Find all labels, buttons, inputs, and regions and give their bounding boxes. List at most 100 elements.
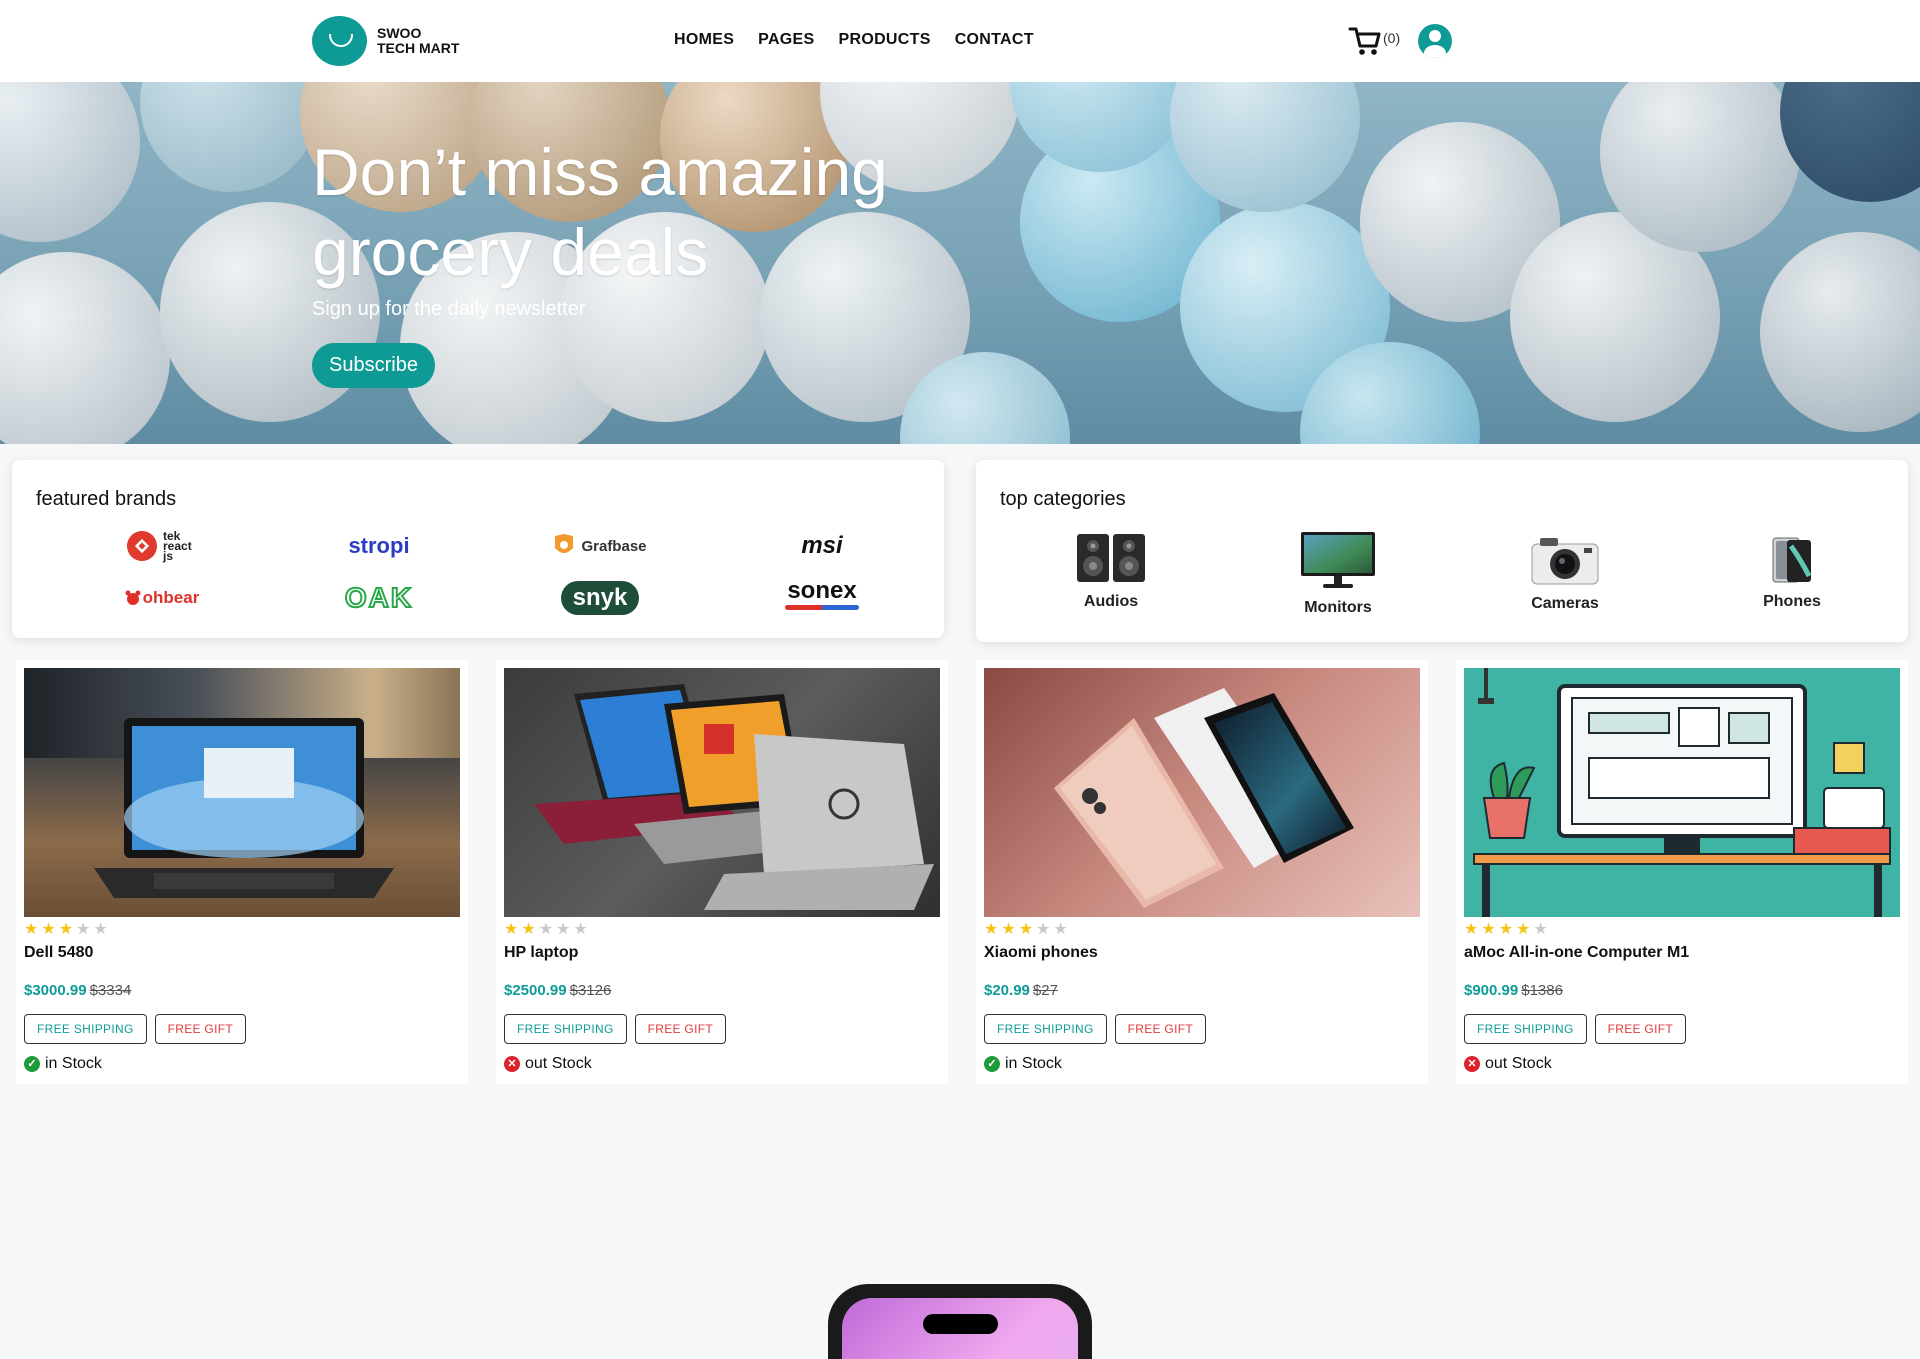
free-shipping-badge: FREE SHIPPING — [984, 1014, 1107, 1044]
product-name[interactable]: aMoc All-in-one Computer M1 — [1464, 944, 1689, 962]
rating-stars: ★ ★ ★ ★ ★ — [984, 922, 1068, 938]
brand-tek-react[interactable]: tek react js — [82, 526, 242, 566]
product-card[interactable]: ★ ★ ★ ★ ★ Xiaomi phones $20.99 $27 FREE SHIPP… — [976, 660, 1428, 1084]
laptops-photo[interactable] — [504, 668, 940, 917]
star-icon: ★ — [1498, 921, 1514, 938]
brand-sonex[interactable]: sonex — [742, 574, 902, 614]
current-price: $3000.99 — [24, 982, 87, 999]
phone-icon — [1772, 537, 1812, 583]
logo-icon — [312, 16, 367, 66]
category-monitors[interactable]: Monitors — [1268, 530, 1408, 617]
brand-label: snyk — [560, 581, 640, 615]
category-audios[interactable]: Audios — [1041, 532, 1181, 611]
nav-contact[interactable]: CONTACT — [955, 31, 1034, 49]
star-icon: ★ — [1516, 921, 1531, 938]
featured-brands-heading: featured brands — [36, 488, 177, 510]
star-icon: ★ — [1018, 921, 1034, 938]
rating-stars: ★ ★ ★ ★ ★ — [24, 922, 108, 938]
free-gift-badge: FREE GIFT — [154, 1014, 246, 1044]
product-name[interactable]: HP laptop — [504, 944, 578, 962]
x-icon: ✕ — [504, 1056, 520, 1072]
star-icon: ★ — [521, 921, 536, 938]
product-card[interactable]: ★ ★ ★ ★ ★ aMoc All-in-one Computer M1 $900.9… — [1456, 660, 1908, 1084]
laptop-illustration — [94, 718, 394, 898]
phones-photo[interactable] — [984, 668, 1420, 917]
category-cameras[interactable]: Cameras — [1495, 534, 1635, 613]
star-icon: ★ — [93, 921, 108, 938]
stock-status: ✕ out Stock — [504, 1055, 592, 1073]
star-icon: ★ — [1533, 921, 1548, 938]
category-label: Monitors — [1304, 599, 1372, 616]
brand-label: ohbear — [142, 588, 200, 607]
star-icon: ★ — [556, 921, 571, 938]
cart-count: (0) — [1383, 30, 1401, 46]
star-icon: ★ — [1481, 921, 1496, 938]
main-nav: HOMES PAGES PRODUCTS CONTACT — [674, 31, 1034, 49]
old-price: $1386 — [1521, 982, 1563, 999]
site-header: SWOO TECH MART HOMES PAGES PRODUCTS CONT… — [0, 0, 1920, 82]
stock-status: ✓ in Stock — [24, 1055, 102, 1073]
product-name[interactable]: Dell 5480 — [24, 944, 93, 962]
brand-label: sonex — [787, 576, 857, 604]
stock-label: in Stock — [45, 1055, 102, 1072]
stock-label: out Stock — [1485, 1055, 1552, 1072]
top-categories-card: top categories Audios Monitors Cameras P… — [976, 460, 1908, 642]
top-categories-heading: top categories — [1000, 488, 1126, 510]
old-price: $27 — [1032, 982, 1058, 999]
check-icon: ✓ — [984, 1056, 1000, 1072]
featured-brands-card: featured brands tek react js stropi Graf… — [12, 460, 944, 638]
cart-button[interactable]: (0) — [1348, 24, 1400, 58]
hero-subtitle: Sign up for the daily newsletter — [312, 298, 586, 320]
star-icon: ★ — [1464, 921, 1479, 938]
current-price: $2500.99 — [504, 982, 567, 999]
free-shipping-badge: FREE SHIPPING — [1464, 1014, 1587, 1044]
star-icon: ★ — [573, 921, 588, 938]
brand-label: OAK — [344, 581, 414, 614]
nav-homes[interactable]: HOMES — [674, 31, 734, 49]
brand-label: stropi — [348, 533, 410, 558]
brand-label: tek react js — [163, 529, 192, 563]
nav-products[interactable]: PRODUCTS — [839, 31, 931, 49]
category-label: Cameras — [1531, 595, 1599, 612]
brand-ohbear[interactable]: ohbear — [82, 578, 242, 618]
product-card[interactable]: ★ ★ ★ ★ ★ Dell 5480 $3000.99 $3334 FREE SHIPP… — [16, 660, 468, 1084]
sonex-logo — [785, 604, 859, 610]
current-price: $900.99 — [1464, 982, 1519, 999]
rating-stars: ★ ★ ★ ★ ★ — [1464, 922, 1548, 938]
nav-pages[interactable]: PAGES — [758, 31, 814, 49]
stock-label: in Stock — [1005, 1055, 1062, 1072]
laptop-photo[interactable] — [24, 668, 460, 917]
brand-msi[interactable]: msi — [742, 526, 902, 566]
phones-illustration — [1054, 688, 1354, 908]
brand-oak[interactable]: OAK — [299, 578, 459, 618]
ohbear-logo — [125, 590, 141, 605]
stock-status: ✕ out Stock — [1464, 1055, 1552, 1073]
x-icon: ✕ — [1464, 1056, 1480, 1072]
brand-stropi[interactable]: stropi — [299, 526, 459, 566]
old-price: $3334 — [89, 982, 132, 999]
rating-stars: ★ ★ ★ ★ ★ — [504, 922, 588, 938]
site-logo[interactable]: SWOO TECH MART — [312, 16, 459, 66]
check-icon: ✓ — [24, 1056, 40, 1072]
star-icon: ★ — [58, 921, 74, 938]
computer-desk-illustration — [1473, 668, 1891, 917]
stock-status: ✓ in Stock — [984, 1055, 1062, 1073]
product-price: $3000.99 $3334 — [24, 982, 131, 999]
computer-illustration[interactable] — [1464, 668, 1900, 917]
product-card[interactable]: ★ ★ ★ ★ ★ HP laptop $2500.99 $3126 FREE SHIPP… — [496, 660, 948, 1084]
product-price: $900.99 $1386 — [1464, 982, 1563, 999]
star-icon: ★ — [1053, 921, 1068, 938]
brand-snyk[interactable]: snyk — [520, 578, 680, 618]
subscribe-button[interactable]: Subscribe — [312, 343, 435, 388]
free-gift-badge: FREE GIFT — [1594, 1014, 1686, 1044]
category-label: Audios — [1083, 593, 1139, 610]
camera-icon — [1531, 538, 1599, 585]
product-price: $2500.99 $3126 — [504, 982, 611, 999]
speaker-icon — [1077, 534, 1145, 582]
star-icon: ★ — [41, 921, 56, 938]
user-account-icon[interactable] — [1418, 24, 1452, 58]
brand-grafbase[interactable]: Grafbase — [520, 526, 680, 566]
product-name[interactable]: Xiaomi phones — [984, 944, 1098, 962]
category-phones[interactable]: Phones — [1722, 536, 1862, 611]
free-shipping-badge: FREE SHIPPING — [504, 1014, 627, 1044]
